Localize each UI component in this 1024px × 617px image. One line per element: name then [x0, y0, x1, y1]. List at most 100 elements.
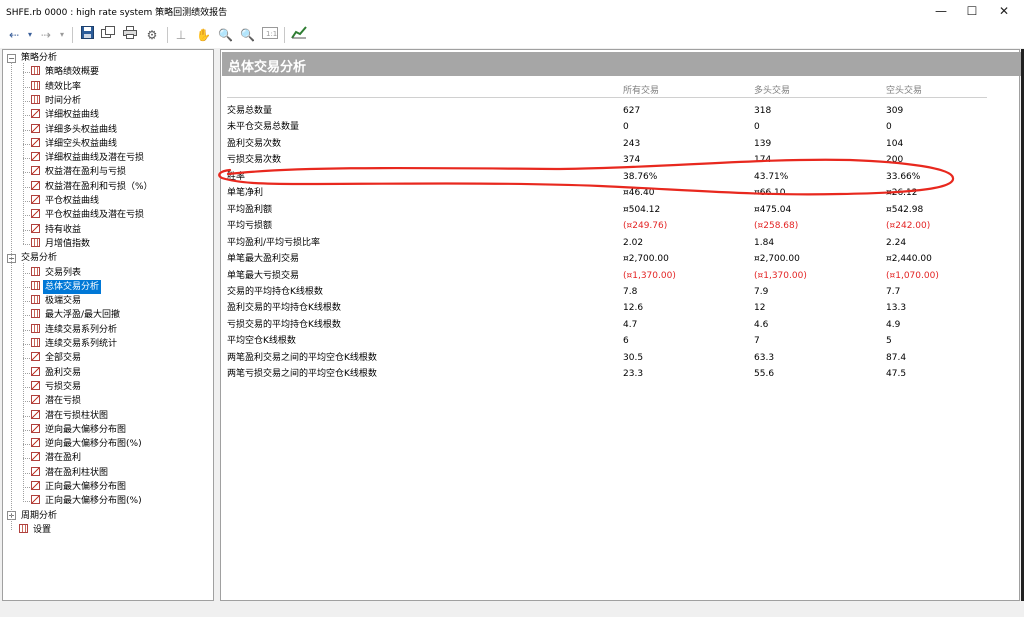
tree-connector [23, 501, 30, 503]
tree-item-label: 权益潜在盈利和亏损（%） [45, 181, 153, 192]
table-cell: 4.9 [886, 319, 901, 330]
tree-item[interactable]: 正向最大偏移分布图(%) [31, 494, 144, 508]
report-header-bar: 总体交易分析 [222, 52, 1022, 76]
tree-item[interactable]: 逆向最大偏移分布图(%) [31, 437, 144, 451]
tree-item-label: 盈利交易 [45, 367, 82, 378]
tree-group-label: 策略分析 [21, 53, 58, 63]
table-cell: 309 [886, 106, 904, 116]
tree-item[interactable]: 持有收益 [31, 223, 83, 237]
toolbar-separator [167, 27, 168, 43]
tree-item[interactable]: 潜在盈利 [31, 451, 83, 465]
tree-item-settings[interactable]: 设置 [19, 523, 53, 537]
tree-connector [23, 315, 30, 317]
tree-item[interactable]: 全部交易 [31, 351, 83, 365]
row-label: 平均亏损额 [227, 221, 273, 232]
tree-connector [23, 215, 30, 217]
table-cell: 0 [754, 122, 760, 133]
report-page-icon [31, 109, 40, 119]
settings-icon[interactable]: ⚙ [145, 26, 159, 44]
tree-item-label: 交易列表 [45, 267, 82, 278]
tree-connector [23, 263, 24, 502]
table-cell: (¤1,070.00) [886, 270, 939, 281]
tree-item[interactable]: 详细权益曲线及潜在亏损 [31, 151, 146, 165]
report-page-icon [31, 481, 40, 490]
tree-item[interactable]: 策略绩效概要 [31, 65, 101, 79]
tree-item[interactable]: 连续交易系列统计 [31, 337, 119, 351]
tree-group-2[interactable]: 周期分析 [19, 509, 59, 523]
tree-item[interactable]: 潜在亏损 [31, 394, 83, 408]
table-cell: 318 [754, 106, 772, 116]
tree-group-1[interactable]: 交易分析 [19, 251, 59, 265]
table-row: 盈利交易次数 243 139 104 [227, 136, 987, 152]
forward-arrow-icon[interactable]: ⇢ [40, 26, 52, 44]
chart-icon[interactable] [291, 26, 307, 44]
report-page-icon [31, 409, 40, 419]
save-icon[interactable] [80, 26, 94, 44]
report-page-icon [31, 352, 40, 362]
tree-connector [23, 172, 30, 174]
tree-item[interactable]: 交易列表 [31, 266, 83, 280]
tree-item[interactable]: 平仓权益曲线 [31, 194, 101, 208]
tree-item[interactable]: 最大浮盈/最大回撤 [31, 308, 122, 322]
report-page-icon [31, 423, 40, 433]
tree-item[interactable]: 盈利交易 [31, 366, 83, 380]
maximize-button[interactable]: ☐ [956, 0, 988, 22]
tree-item[interactable]: 亏损交易 [31, 380, 83, 394]
tree-item-label: 详细空头权益曲线 [45, 138, 118, 149]
table-cell: 7.9 [754, 286, 769, 297]
column-header-long: 多头交易 [754, 86, 791, 96]
tree-connector [23, 272, 30, 274]
report-page-icon [31, 366, 40, 376]
tree-item[interactable]: 潜在亏损柱状图 [31, 409, 110, 423]
tree-item[interactable]: 逆向最大偏移分布图 [31, 423, 128, 437]
tree-item[interactable]: 连续交易系列分析 [31, 323, 119, 337]
tree-item[interactable]: 平仓权益曲线及潜在亏损 [31, 208, 146, 222]
table-cell: 1.84 [754, 237, 775, 248]
tree-group-0[interactable]: 策略分析 [19, 51, 59, 65]
table-cell: (¤249.76) [623, 221, 668, 232]
table-cell: ¤66.10 [754, 188, 786, 199]
copy-icon[interactable] [101, 26, 115, 44]
table-cell: 4.6 [754, 319, 769, 330]
report-page-icon [31, 323, 40, 333]
tree-connector [23, 186, 30, 188]
header-divider [227, 97, 987, 98]
crosshair-icon[interactable]: ⊥ [174, 26, 188, 44]
minimize-button[interactable]: — [925, 0, 957, 22]
tree-item[interactable]: 权益潜在盈利与亏损 [31, 165, 128, 179]
zoom-fit-icon[interactable]: 1:1 [262, 26, 278, 44]
dropdown-icon[interactable]: ▾ [26, 26, 34, 44]
column-header-all: 所有交易 [623, 86, 660, 96]
back-arrow-icon[interactable]: ⇠ [8, 26, 20, 44]
row-label: 单笔最大亏损交易 [227, 270, 300, 281]
tree-item[interactable]: 月增值指数 [31, 237, 92, 251]
tree-connector [23, 444, 30, 446]
tree-item[interactable]: 详细多头权益曲线 [31, 123, 119, 137]
tree-item[interactable]: 详细权益曲线 [31, 108, 101, 122]
tree-item[interactable]: 正向最大偏移分布图 [31, 480, 128, 494]
tree-item[interactable]: 极端交易 [31, 294, 83, 308]
tree-item[interactable]: 绩效比率 [31, 80, 83, 94]
tree-item[interactable]: 总体交易分析 [31, 279, 102, 294]
table-cell: 63.3 [754, 352, 775, 363]
table-cell: 2.24 [886, 237, 907, 248]
tree-item[interactable]: 潜在盈利柱状图 [31, 466, 110, 480]
toolbar: ⇠ ▾ ⇢ ▾ ⚙ ⊥ ✋ 🔍 🔍 1:1 [0, 22, 1024, 48]
tree-item[interactable]: 时间分析 [31, 94, 83, 108]
dropdown-icon[interactable]: ▾ [58, 26, 66, 44]
report-page-icon [31, 166, 40, 176]
zoom-in-icon[interactable]: 🔍 [218, 26, 233, 44]
print-icon[interactable] [123, 26, 137, 44]
zoom-out-icon[interactable]: 🔍 [240, 26, 255, 44]
table-cell: 30.5 [623, 352, 644, 363]
hand-icon[interactable]: ✋ [196, 26, 211, 44]
tree-connector [23, 158, 30, 160]
tree-item[interactable]: 权益潜在盈利和亏损（%） [31, 180, 155, 194]
report-page-icon [31, 266, 40, 276]
tree-item-label: 潜在盈利 [45, 453, 82, 464]
tree-item[interactable]: 详细空头权益曲线 [31, 137, 119, 151]
row-label: 亏损交易次数 [227, 155, 282, 166]
table-row: 平均亏损额 (¤249.76) (¤258.68) (¤242.00) [227, 218, 987, 234]
row-label: 两笔亏损交易之间的平均空仓K线根数 [227, 369, 377, 380]
close-button[interactable]: ✕ [988, 0, 1020, 22]
